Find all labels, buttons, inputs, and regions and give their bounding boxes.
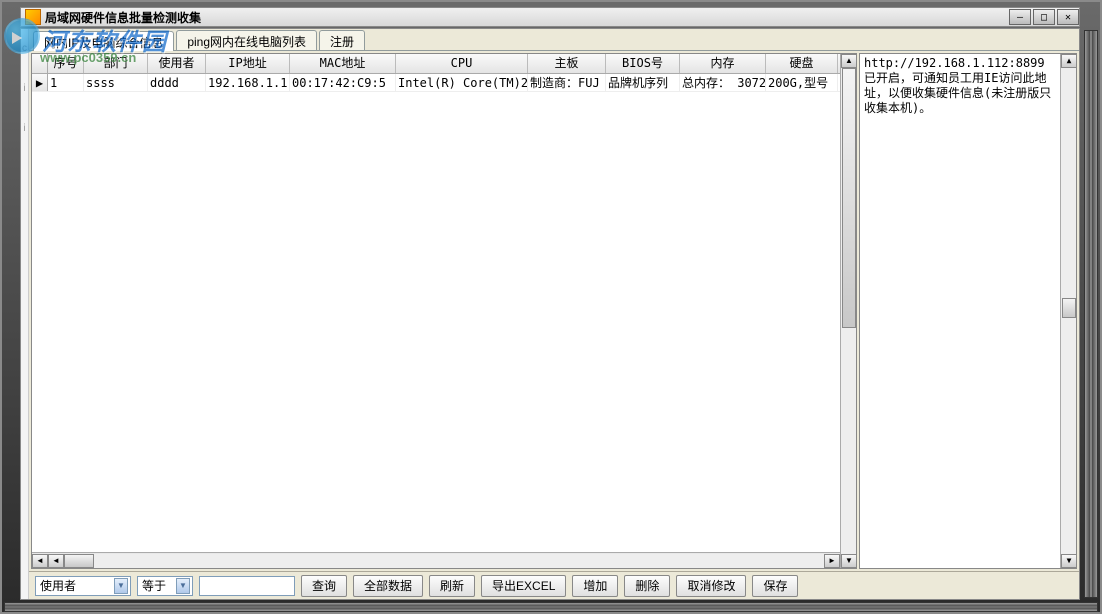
refresh-button[interactable]: 刷新 [429,575,475,597]
cell-cpu[interactable]: Intel(R) Core(TM)2 [396,74,528,91]
tab-strip: 网内IP及电脑综合信息 ping网内在线电脑列表 注册 [29,29,1079,51]
window-body: cii 网内IP及电脑综合信息 ping网内在线电脑列表 注册 序号 部门 [20,28,1080,600]
col-mb[interactable]: 主板 [528,54,606,73]
info-panel-text: http://192.168.1.112:8899已开启，可通知员工用IE访问此… [864,56,1072,116]
data-grid: 序号 部门 使用者 IP地址 MAC地址 CPU 主板 BIOS号 内存 硬盘 [31,53,857,569]
vscroll-down-button[interactable]: ▼ [841,554,857,568]
cell-mem[interactable]: 总内存： 3072 [680,74,766,91]
scroll-left2-button[interactable]: ◄ [48,554,64,568]
grid-vertical-scrollbar[interactable]: ▲ ▼ [840,54,856,568]
col-dept[interactable]: 部门 [84,54,148,73]
frame-bottom-rail [4,602,1098,612]
info-scroll-up-button[interactable]: ▲ [1061,54,1077,68]
col-user[interactable]: 使用者 [148,54,206,73]
col-cpu[interactable]: CPU [396,54,528,73]
vscroll-up-button[interactable]: ▲ [841,54,857,68]
col-seq[interactable]: 序号 [48,54,84,73]
window-title: 局域网硬件信息批量检测收集 [45,9,201,26]
query-button[interactable]: 查询 [301,575,347,597]
info-scroll-down-button[interactable]: ▼ [1061,554,1077,568]
bottom-toolbar: 使用者 ▼ 等于 ▼ 查询 全部数据 刷新 导出EXCEL 增加 删除 取消修改… [29,571,1079,599]
chevron-down-icon[interactable]: ▼ [176,578,190,594]
filter-field-select[interactable]: 使用者 ▼ [35,576,131,596]
title-bar: 局域网硬件信息批量检测收集 — □ ✕ [20,7,1080,27]
grid-header: 序号 部门 使用者 IP地址 MAC地址 CPU 主板 BIOS号 内存 硬盘 [32,54,840,74]
row-indicator-icon: ▶ [32,74,48,91]
cell-seq[interactable]: 1 [48,74,84,91]
app-outer-frame: 河东软件园 www.pc0359.cn 局域网硬件信息批量检测收集 — □ ✕ … [0,0,1102,614]
export-excel-button[interactable]: 导出EXCEL [481,575,566,597]
filter-value-input[interactable] [199,576,295,596]
col-mem[interactable]: 内存 [680,54,766,73]
scroll-left-button[interactable]: ◄ [32,554,48,568]
all-data-button[interactable]: 全部数据 [353,575,423,597]
info-scroll-track[interactable] [1061,68,1076,554]
vscroll-thumb[interactable] [842,68,856,328]
save-button[interactable]: 保存 [752,575,798,597]
tab-ip-info[interactable]: 网内IP及电脑综合信息 [33,31,174,51]
col-bios[interactable]: BIOS号 [606,54,680,73]
cell-mb[interactable]: 制造商：FUJ [528,74,606,91]
scroll-right-button[interactable]: ► [824,554,840,568]
filter-op-select[interactable]: 等于 ▼ [137,576,193,596]
hscroll-track[interactable] [64,554,824,568]
table-row[interactable]: ▶ 1 ssss dddd 192.168.1.1 00:17:42:C9:5 … [32,74,840,92]
col-hdd[interactable]: 硬盘 [766,54,838,73]
filter-op-value: 等于 [142,577,166,594]
main-column: 网内IP及电脑综合信息 ping网内在线电脑列表 注册 序号 部门 使用者 I [29,29,1079,599]
grid-corner [32,54,48,73]
tab-register[interactable]: 注册 [319,30,365,50]
app-icon [25,9,41,25]
close-button[interactable]: ✕ [1057,9,1079,25]
cell-hdd[interactable]: 200G,型号 [766,74,838,91]
maximize-button[interactable]: □ [1033,9,1055,25]
info-scroll-thumb[interactable] [1062,298,1076,318]
tab-ping-list[interactable]: ping网内在线电脑列表 [176,30,317,50]
minimize-button[interactable]: — [1009,9,1031,25]
content-row: 序号 部门 使用者 IP地址 MAC地址 CPU 主板 BIOS号 内存 硬盘 [29,51,1079,571]
cell-bios[interactable]: 品牌机序列 [606,74,680,91]
grid-body[interactable]: ▶ 1 ssss dddd 192.168.1.1 00:17:42:C9:5 … [32,74,840,552]
col-ip[interactable]: IP地址 [206,54,290,73]
cell-dept[interactable]: ssss [84,74,148,91]
col-mac[interactable]: MAC地址 [290,54,396,73]
left-gutter: cii [21,29,29,599]
cell-user[interactable]: dddd [148,74,206,91]
info-panel-scrollbar[interactable]: ▲ ▼ [1060,54,1076,568]
grid-horizontal-scrollbar[interactable]: ◄ ◄ ► [32,552,840,568]
cancel-edit-button[interactable]: 取消修改 [676,575,746,597]
info-panel: http://192.168.1.112:8899已开启，可通知员工用IE访问此… [859,53,1077,569]
delete-button[interactable]: 删除 [624,575,670,597]
add-button[interactable]: 增加 [572,575,618,597]
hscroll-thumb[interactable] [64,554,94,568]
chevron-down-icon[interactable]: ▼ [114,578,128,594]
frame-right-rail [1084,30,1098,598]
filter-field-value: 使用者 [40,577,76,594]
cell-ip[interactable]: 192.168.1.1 [206,74,290,91]
cell-mac[interactable]: 00:17:42:C9:5 [290,74,396,91]
vscroll-track[interactable] [841,68,856,554]
